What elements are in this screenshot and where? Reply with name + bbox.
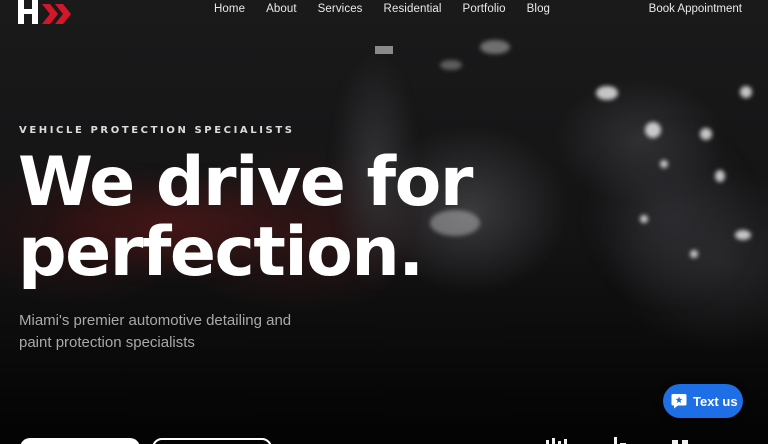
- bokeh-light: [740, 86, 752, 98]
- hero-eyebrow: VEHICLE PROTECTION SPECIALISTS: [19, 125, 295, 136]
- cta-row: [20, 438, 272, 444]
- bokeh-light: [660, 160, 668, 168]
- bokeh-light: [640, 215, 648, 223]
- bokeh-light: [690, 250, 698, 258]
- top-navigation: Home About Services Residential Portfoli…: [0, 0, 768, 24]
- blurred-car-right: [560, 90, 768, 340]
- bokeh-light: [700, 128, 712, 140]
- bokeh-light: [735, 230, 751, 240]
- nav-link-about[interactable]: About: [266, 3, 297, 15]
- logo-icon[interactable]: [18, 0, 80, 24]
- nav-link-services[interactable]: Services: [318, 3, 363, 15]
- nav-link-portfolio[interactable]: Portfolio: [463, 3, 506, 15]
- bokeh-light: [715, 170, 725, 182]
- brand-logo: [664, 436, 700, 444]
- brand-logos-row: [544, 436, 700, 444]
- secondary-cta-button[interactable]: [152, 438, 272, 444]
- nav-link-home[interactable]: Home: [214, 3, 245, 15]
- text-us-button[interactable]: Text us: [663, 384, 743, 418]
- headline-line-2: perfection.: [18, 213, 424, 292]
- hero-subhead: Miami's premier automotive detailing and…: [19, 312, 292, 351]
- text-us-label: Text us: [693, 393, 738, 409]
- brand-logo: [604, 436, 640, 444]
- background-detail: [375, 46, 393, 54]
- bokeh-light: [645, 122, 661, 138]
- hero-headline: We drive for perfection.: [18, 148, 478, 288]
- headline-line-1: We drive for: [18, 143, 473, 222]
- brand-logo: [544, 436, 580, 444]
- bokeh-light: [480, 40, 510, 54]
- book-appointment-link[interactable]: Book Appointment: [649, 3, 742, 15]
- nav-links: Home About Services Residential Portfoli…: [214, 3, 571, 15]
- bokeh-light: [596, 86, 618, 100]
- chat-bubble-icon: [671, 394, 687, 409]
- bokeh-light: [440, 60, 462, 70]
- nav-link-blog[interactable]: Blog: [527, 3, 550, 15]
- nav-link-residential[interactable]: Residential: [384, 3, 442, 15]
- primary-cta-button[interactable]: [20, 438, 140, 444]
